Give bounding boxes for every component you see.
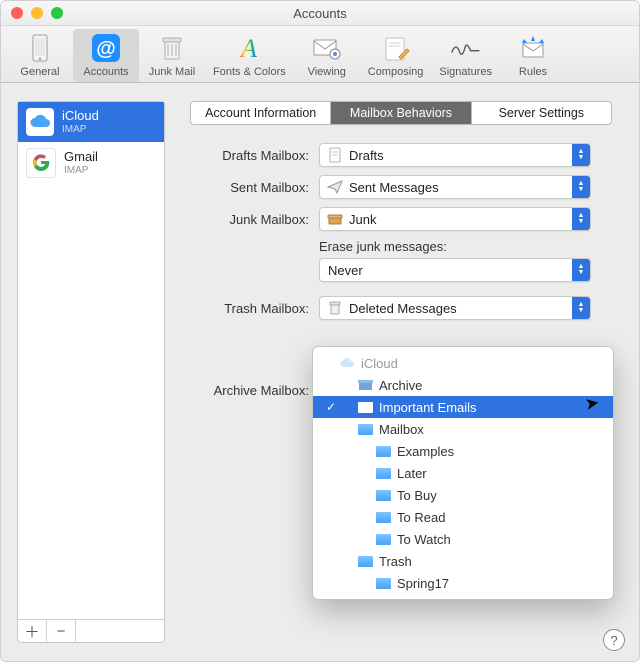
paper-plane-icon — [326, 178, 344, 196]
tab-fonts-colors[interactable]: A Fonts & Colors — [205, 29, 294, 82]
mouse-cursor-icon: ➤ — [583, 393, 601, 415]
tab-viewing[interactable]: Viewing — [294, 29, 360, 82]
dropdown-item-to-buy[interactable]: To Buy — [313, 484, 613, 506]
tab-account-information[interactable]: Account Information — [191, 102, 331, 124]
phone-icon — [23, 31, 57, 65]
signature-icon — [449, 31, 483, 65]
google-icon — [26, 148, 56, 178]
title-bar: Accounts — [1, 1, 639, 26]
window-title: Accounts — [1, 6, 639, 21]
updown-arrows-icon: ▲▼ — [572, 297, 590, 319]
compose-icon — [379, 31, 413, 65]
account-item-gmail[interactable]: Gmail IMAP — [18, 142, 164, 184]
archive-label: Archive Mailbox: — [179, 383, 319, 398]
tab-server-settings[interactable]: Server Settings — [472, 102, 611, 124]
add-account-button[interactable]: ＋ — [18, 620, 47, 642]
document-icon — [326, 146, 344, 164]
archive-mailbox-dropdown: iCloud Archive ✓ Important Emails Mailbo… — [312, 346, 614, 600]
erase-junk-popup[interactable]: Never ▲▼ — [319, 258, 591, 282]
accounts-sidebar: iCloud IMAP Gmail IMAP ＋ − — [17, 101, 165, 643]
folder-icon — [375, 443, 391, 459]
archive-box-icon — [357, 377, 373, 393]
folder-icon — [375, 509, 391, 525]
trash-can-icon — [326, 299, 344, 317]
folder-icon — [357, 421, 373, 437]
updown-arrows-icon: ▲▼ — [572, 144, 590, 166]
font-icon: A — [232, 31, 266, 65]
tab-accounts[interactable]: @ Accounts — [73, 29, 139, 82]
folder-icon — [375, 487, 391, 503]
erase-junk-label: Erase junk messages: — [319, 239, 623, 254]
junk-box-icon — [326, 210, 344, 228]
dropdown-item-important-emails[interactable]: ✓ Important Emails — [313, 396, 613, 418]
account-type: IMAP — [62, 124, 99, 135]
tab-junk-mail[interactable]: Junk Mail — [139, 29, 205, 82]
trash-mailbox-popup[interactable]: Deleted Messages ▲▼ — [319, 296, 591, 320]
svg-text:A: A — [239, 34, 257, 63]
folder-icon — [375, 531, 391, 547]
junk-label: Junk Mailbox: — [179, 212, 319, 227]
updown-arrows-icon: ▲▼ — [572, 176, 590, 198]
sent-label: Sent Mailbox: — [179, 180, 319, 195]
remove-account-button[interactable]: − — [47, 620, 76, 642]
cloud-icon — [339, 355, 355, 371]
folder-icon — [375, 465, 391, 481]
checkmark-icon: ✓ — [323, 400, 339, 414]
tab-general[interactable]: General — [7, 29, 73, 82]
dropdown-item-mailbox[interactable]: Mailbox — [313, 418, 613, 440]
account-tabs: Account Information Mailbox Behaviors Se… — [190, 101, 612, 125]
account-name: Gmail — [64, 150, 98, 164]
cloud-icon — [26, 108, 54, 136]
svg-text:@: @ — [96, 38, 116, 60]
content-area: iCloud IMAP Gmail IMAP ＋ − — [1, 83, 639, 661]
envelope-eye-icon — [310, 31, 344, 65]
preferences-toolbar: General @ Accounts Junk Mail A Fonts & C… — [1, 26, 639, 83]
dropdown-root: iCloud — [313, 352, 613, 374]
dropdown-item-later[interactable]: Later — [313, 462, 613, 484]
account-item-icloud[interactable]: iCloud IMAP — [18, 102, 164, 142]
updown-arrows-icon: ▲▼ — [572, 208, 590, 230]
account-detail-panel: Account Information Mailbox Behaviors Se… — [179, 101, 623, 643]
sidebar-footer: ＋ − — [18, 619, 164, 642]
help-button[interactable]: ? — [603, 629, 625, 651]
at-sign-icon: @ — [89, 31, 123, 65]
preferences-window: Accounts General @ Accounts Junk Mail A … — [0, 0, 640, 662]
dropdown-item-to-watch[interactable]: To Watch — [313, 528, 613, 550]
accounts-list: iCloud IMAP Gmail IMAP — [18, 102, 164, 619]
folder-icon — [357, 399, 373, 415]
dropdown-item-archive[interactable]: Archive — [313, 374, 613, 396]
updown-arrows-icon: ▲▼ — [572, 259, 590, 281]
folder-icon — [375, 575, 391, 591]
tab-composing[interactable]: Composing — [360, 29, 432, 82]
dropdown-item-spring17[interactable]: Spring17 — [313, 572, 613, 594]
trash-label: Trash Mailbox: — [179, 301, 319, 316]
tab-rules[interactable]: Rules — [500, 29, 566, 82]
dropdown-item-examples[interactable]: Examples — [313, 440, 613, 462]
drafts-mailbox-popup[interactable]: Drafts ▲▼ — [319, 143, 591, 167]
folder-icon — [357, 553, 373, 569]
trash-bin-icon — [155, 31, 189, 65]
sent-mailbox-popup[interactable]: Sent Messages ▲▼ — [319, 175, 591, 199]
dropdown-item-trash[interactable]: Trash — [313, 550, 613, 572]
tab-signatures[interactable]: Signatures — [431, 29, 500, 82]
rules-icon — [516, 31, 550, 65]
dropdown-item-to-read[interactable]: To Read — [313, 506, 613, 528]
junk-mailbox-popup[interactable]: Junk ▲▼ — [319, 207, 591, 231]
drafts-label: Drafts Mailbox: — [179, 148, 319, 163]
account-name: iCloud — [62, 109, 99, 123]
account-type: IMAP — [64, 165, 98, 176]
tab-mailbox-behaviors[interactable]: Mailbox Behaviors — [331, 102, 471, 124]
